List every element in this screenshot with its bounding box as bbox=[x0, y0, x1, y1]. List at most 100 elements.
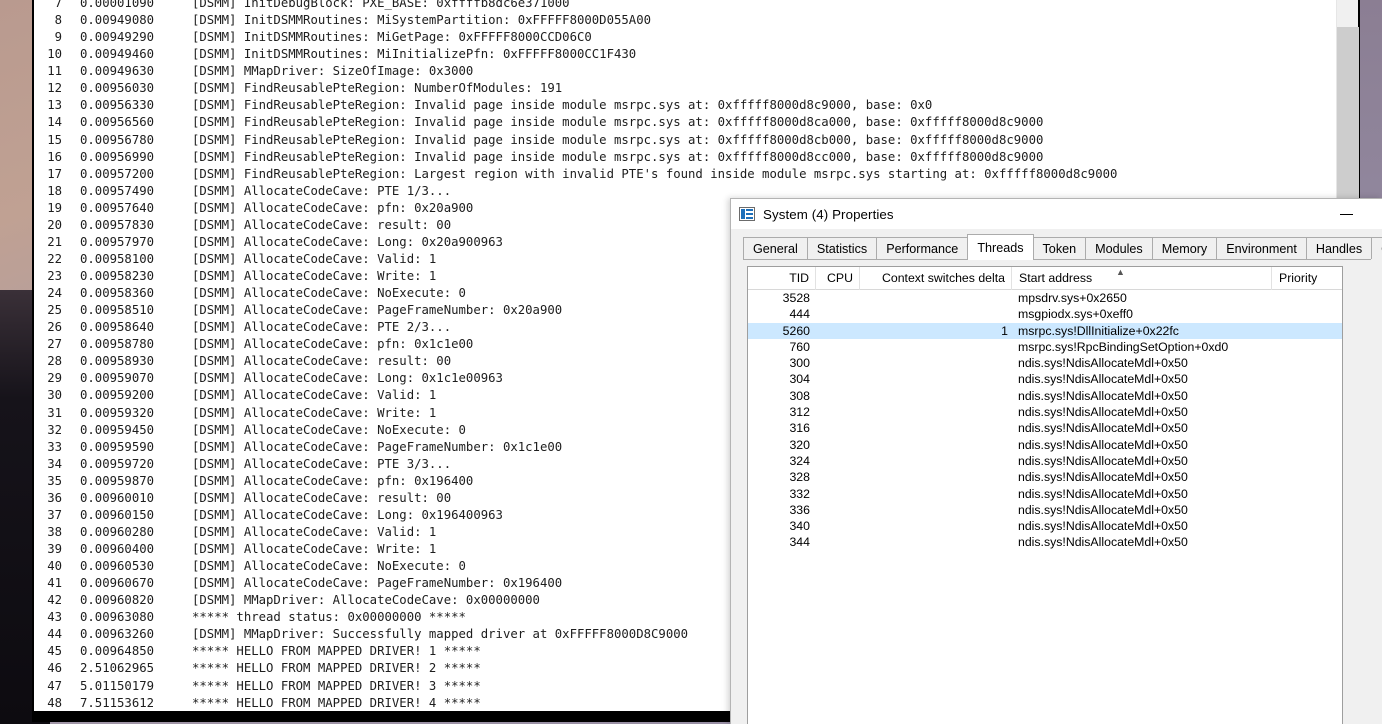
log-line-number: 7 bbox=[54, 0, 62, 10]
table-row[interactable]: 344 ndis.sys!NdisAllocateMdl+0x50 bbox=[748, 534, 1342, 550]
log-line-message: [DSMM] AllocateCodeCave: result: 00 bbox=[192, 490, 452, 505]
table-row[interactable]: 312 ndis.sys!NdisAllocateMdl+0x50 bbox=[748, 404, 1342, 420]
cell-tid: 328 bbox=[789, 470, 810, 485]
cell-start-address: msrpc.sys!RpcBindingSetOption+0xd0 bbox=[1018, 339, 1229, 354]
log-line-timestamp: 0.00959870 bbox=[80, 473, 155, 488]
cell-start-address: ndis.sys!NdisAllocateMdl+0x50 bbox=[1018, 372, 1188, 387]
desktop-root: 7 0.00001090 [DSMM] InitDebugBlock: PXE_BA… bbox=[0, 0, 1382, 724]
log-line-message: [DSMM] AllocateCodeCave: NoExecute: 0 bbox=[192, 559, 466, 574]
column-header-tid[interactable]: TID bbox=[748, 267, 816, 290]
cell-tid: 316 bbox=[789, 421, 810, 436]
log-line-message: ***** HELLO FROM MAPPED DRIVER! 2 ***** bbox=[192, 661, 481, 676]
log-line-message: [DSMM] AllocateCodeCave: PTE 1/3... bbox=[192, 183, 452, 198]
tab-threads[interactable]: Threads bbox=[967, 234, 1034, 260]
table-row[interactable]: 316 ndis.sys!NdisAllocateMdl+0x50 bbox=[748, 420, 1342, 436]
tab-performance[interactable]: Performance bbox=[876, 237, 969, 259]
log-line-message: [DSMM] FindReusablePteRegion: NumberOfMo… bbox=[192, 81, 563, 96]
log-line-message: [DSMM] AllocateCodeCave: PTE 3/3... bbox=[192, 456, 452, 471]
log-line-number: 23 bbox=[47, 269, 62, 283]
table-row[interactable]: 340 ndis.sys!NdisAllocateMdl+0x50 bbox=[748, 518, 1342, 534]
system-properties-window[interactable]: System (4) Properties General Statistics P… bbox=[730, 198, 1382, 724]
log-line-timestamp: 0.00960400 bbox=[80, 542, 155, 556]
table-row[interactable]: 328 ndis.sys!NdisAllocateMdl+0x50 bbox=[748, 469, 1342, 485]
log-line-timestamp: 0.00959450 bbox=[80, 422, 155, 437]
log-line-number: 43 bbox=[47, 610, 62, 625]
log-line-message: [DSMM] AllocateCodeCave: pfn: 0x196400 bbox=[192, 473, 474, 488]
log-line-number: 14 bbox=[47, 115, 62, 130]
table-row[interactable]: 336 ndis.sys!NdisAllocateMdl+0x50 bbox=[748, 502, 1342, 518]
log-line-number: 44 bbox=[47, 627, 62, 642]
table-row[interactable]: 332 ndis.sys!NdisAllocateMdl+0x50 bbox=[748, 486, 1342, 502]
log-line-number: 41 bbox=[47, 576, 62, 591]
cell-start-address: ndis.sys!NdisAllocateMdl+0x50 bbox=[1018, 453, 1188, 468]
log-line-timestamp: 0.00963260 bbox=[80, 627, 155, 642]
log-line-number: 32 bbox=[47, 422, 62, 437]
table-row[interactable]: 444 msgpiodx.sys+0xeff0 bbox=[748, 306, 1342, 322]
log-line-timestamp: 0.00958510 bbox=[80, 303, 155, 318]
log-line-message: ***** HELLO FROM MAPPED DRIVER! 4 ***** bbox=[192, 695, 481, 710]
table-row[interactable]: 320 ndis.sys!NdisAllocateMdl+0x50 bbox=[748, 437, 1342, 453]
cell-start-address: ndis.sys!NdisAllocateMdl+0x50 bbox=[1018, 470, 1188, 485]
cell-tid: 444 bbox=[789, 307, 810, 322]
log-line-timestamp: 0.00958360 bbox=[80, 286, 155, 301]
log-line-number: 45 bbox=[47, 644, 62, 659]
log-line-timestamp: 0.00958230 bbox=[80, 269, 155, 283]
log-line-number: 48 bbox=[47, 695, 62, 710]
log-line-number: 35 bbox=[47, 473, 62, 488]
tab-gpu[interactable]: GPU bbox=[1371, 237, 1382, 259]
table-row[interactable]: 324 ndis.sys!NdisAllocateMdl+0x50 bbox=[748, 453, 1342, 469]
table-row[interactable]: 760 msrpc.sys!RpcBindingSetOption+0xd0 bbox=[748, 339, 1342, 355]
cell-tid: 332 bbox=[789, 486, 810, 501]
log-line-message: [DSMM] AllocateCodeCave: Long: 0x20a9009… bbox=[192, 234, 503, 249]
log-line-timestamp: 0.00958930 bbox=[80, 354, 155, 369]
log-line-message: [DSMM] AllocateCodeCave: Valid: 1 bbox=[192, 524, 437, 539]
log-line-timestamp: 0.00958780 bbox=[80, 337, 155, 352]
tab-modules[interactable]: Modules bbox=[1085, 237, 1153, 259]
tab-environment[interactable]: Environment bbox=[1216, 237, 1307, 259]
log-line-timestamp: 0.00956330 bbox=[80, 98, 155, 113]
column-header-cpu[interactable]: CPU bbox=[816, 267, 860, 290]
log-line-message: [DSMM] AllocateCodeCave: result: 00 bbox=[192, 354, 452, 369]
cell-start-address: msrpc.sys!DllInitialize+0x22fc bbox=[1018, 323, 1179, 338]
column-header-priority[interactable]: Priority bbox=[1272, 267, 1342, 290]
tab-statistics[interactable]: Statistics bbox=[806, 237, 878, 259]
cell-tid: 320 bbox=[789, 437, 810, 452]
table-row[interactable]: 300 ndis.sys!NdisAllocateMdl+0x50 bbox=[748, 355, 1342, 371]
tab-handles[interactable]: Handles bbox=[1305, 237, 1373, 259]
tab-strip[interactable]: General Statistics Performance Threads Token… bbox=[743, 233, 1382, 260]
log-line: 11 0.00949630 [DSMM] MMapDriver: SizeOfIma… bbox=[34, 63, 1117, 80]
tab-general[interactable]: General bbox=[743, 237, 808, 259]
cell-context-switches-delta: 1 bbox=[1001, 323, 1008, 338]
minimize-button[interactable] bbox=[1324, 199, 1368, 229]
log-line-timestamp: 0.00949080 bbox=[80, 13, 155, 28]
tab-memory[interactable]: Memory bbox=[1151, 237, 1218, 259]
cell-tid: 344 bbox=[789, 535, 810, 550]
log-line-timestamp: 0.00958100 bbox=[80, 251, 155, 266]
table-row[interactable]: 308 ndis.sys!NdisAllocateMdl+0x50 bbox=[748, 388, 1342, 404]
cell-tid: 304 bbox=[789, 372, 810, 387]
log-line-message: [DSMM] InitDSMMRoutines: MiGetPage: 0xFF… bbox=[192, 30, 592, 45]
log-line-number: 11 bbox=[47, 64, 62, 79]
window-titlebar[interactable]: System (4) Properties bbox=[731, 199, 1382, 229]
column-header-context-switches-delta[interactable]: Context switches delta bbox=[860, 267, 1012, 290]
log-line-number: 19 bbox=[47, 200, 62, 215]
threads-list-header[interactable]: TID CPU Context switches delta Start addres… bbox=[748, 267, 1342, 290]
log-line-timestamp: 0.00959590 bbox=[80, 439, 155, 454]
threads-list-view[interactable]: TID CPU Context switches delta Start addres… bbox=[747, 266, 1343, 724]
tab-token[interactable]: Token bbox=[1032, 237, 1087, 259]
log-line-number: 39 bbox=[47, 542, 62, 556]
log-line-timestamp: 0.00959320 bbox=[80, 405, 155, 420]
log-line-message: [DSMM] AllocateCodeCave: PageFrameNumber… bbox=[192, 576, 563, 591]
column-header-start-address[interactable]: Start address bbox=[1012, 267, 1272, 290]
log-line-number: 10 bbox=[47, 47, 62, 62]
table-row[interactable]: 3528 mpsdrv.sys+0x2650 bbox=[748, 290, 1342, 306]
log-line-number: 24 bbox=[47, 286, 62, 301]
threads-list-body[interactable]: 3528 mpsdrv.sys+0x2650 444 msgpiodx.sys+0xe… bbox=[748, 290, 1342, 551]
log-line: 9 0.00949290 [DSMM] InitDSMMRoutines: MiGe… bbox=[34, 29, 1117, 46]
log-line-timestamp: 0.00949460 bbox=[80, 47, 155, 62]
log-line-number: 26 bbox=[47, 320, 62, 335]
table-row[interactable]: 304 ndis.sys!NdisAllocateMdl+0x50 bbox=[748, 371, 1342, 387]
log-line-number: 13 bbox=[47, 98, 62, 113]
table-row[interactable]: 5260 1 msrpc.sys!DllInitialize+0x22fc bbox=[748, 322, 1342, 339]
log-line-timestamp: 0.00956990 bbox=[80, 149, 155, 164]
